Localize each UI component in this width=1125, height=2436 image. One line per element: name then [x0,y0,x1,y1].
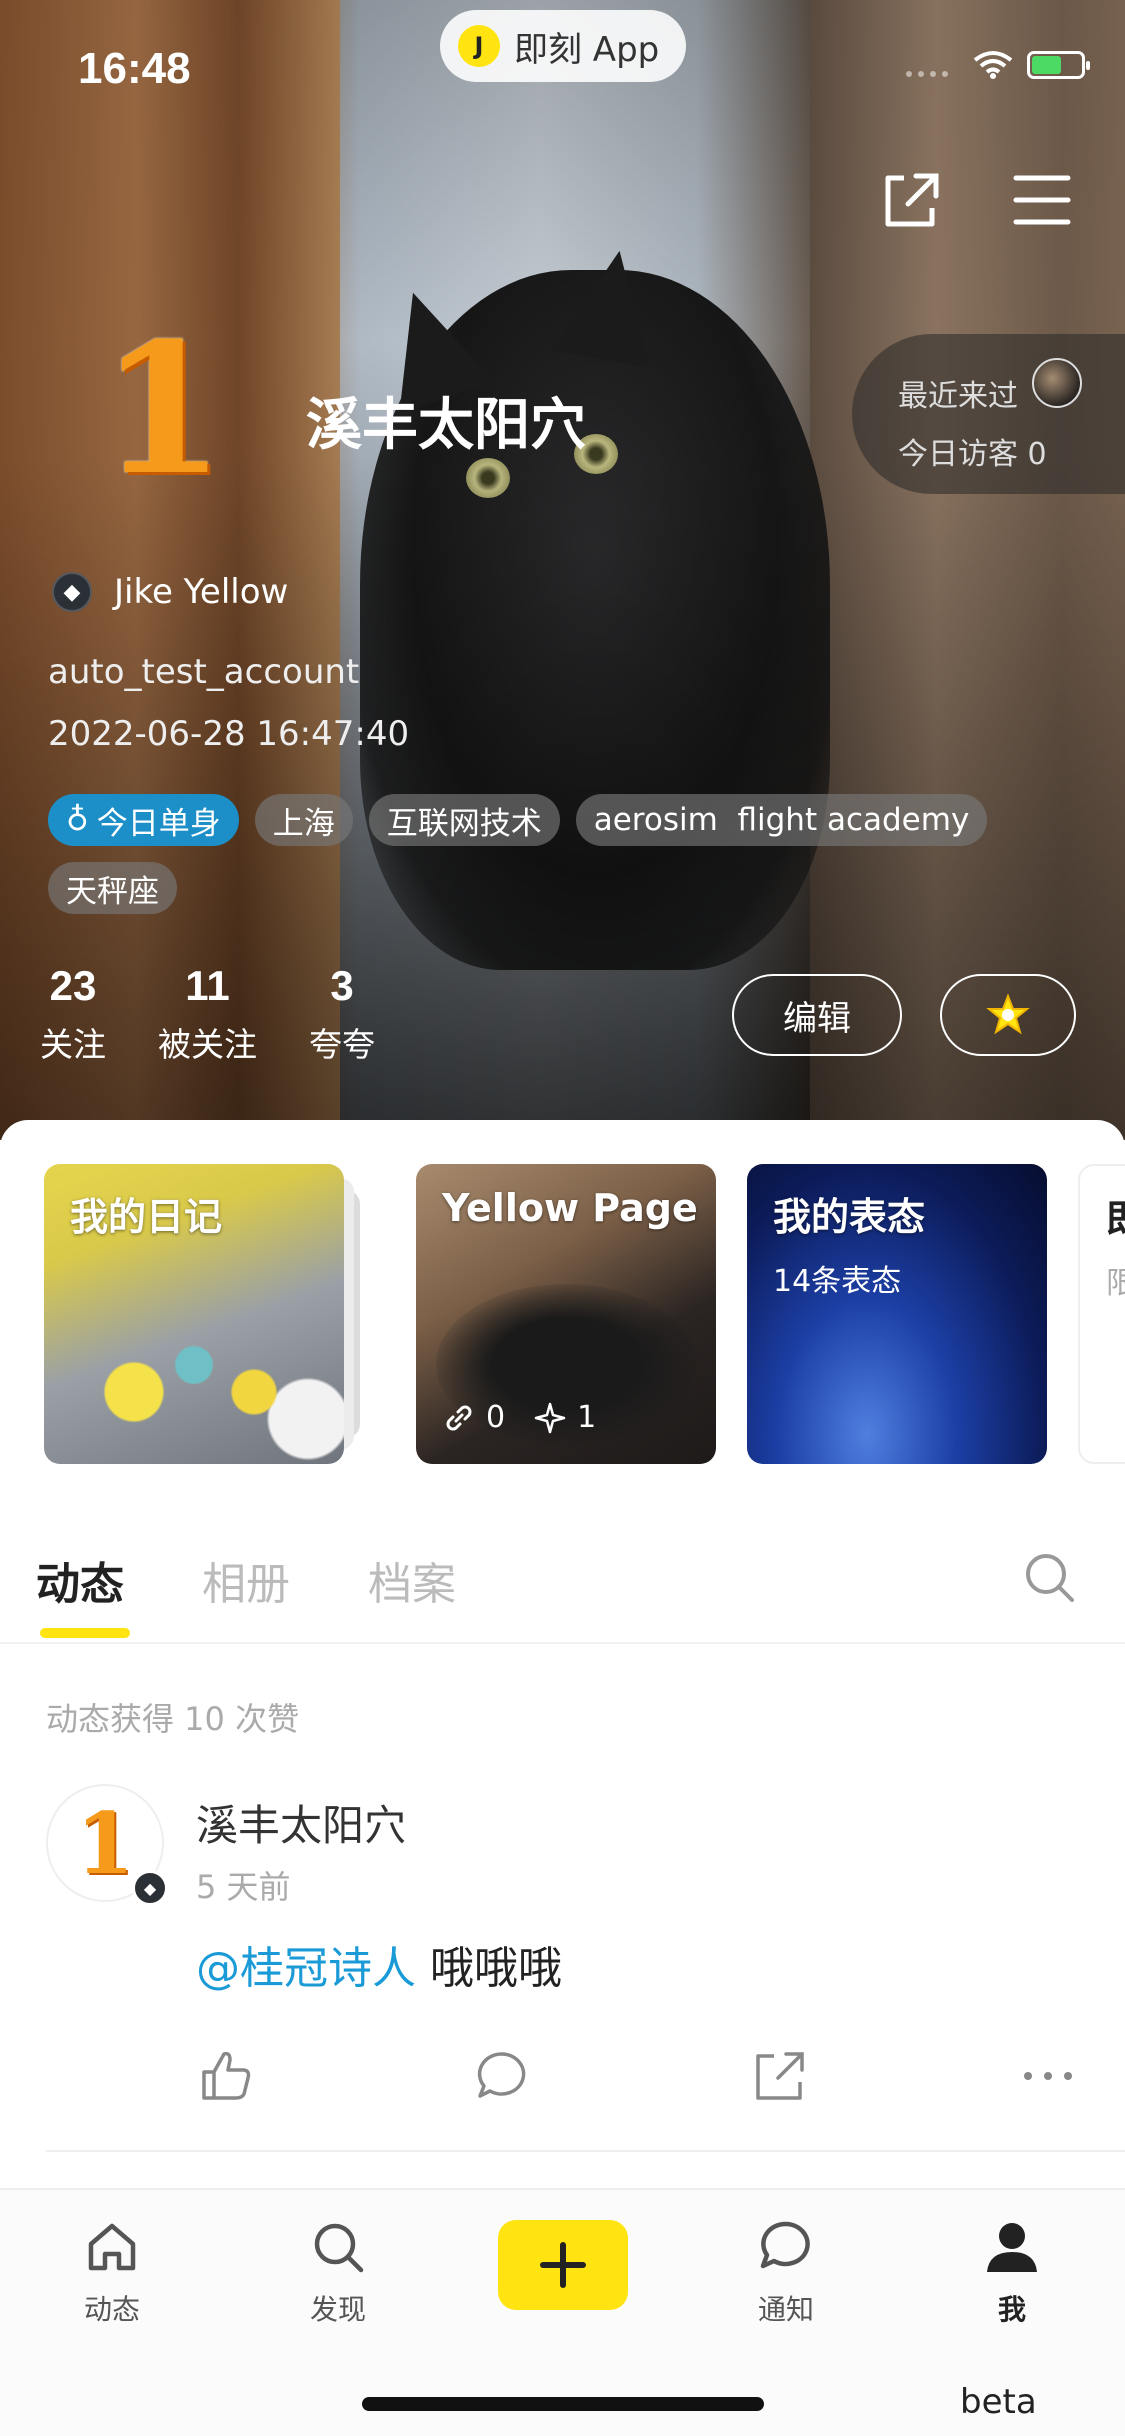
sticker-button[interactable] [940,974,1076,1056]
edit-profile-button[interactable]: 编辑 [732,974,902,1056]
stat-praises[interactable]: 3 夸夸 [309,962,375,1066]
card-reactions-count: 14条表态 [773,1264,902,1299]
profile-header: 16:48 J 即刻 App 最近来过 今日访客 0 1 溪丰太阳穴 ◆ Jik… [0,0,1125,1140]
jike-yellow-label: Jike Yellow [114,572,289,612]
feature-cards: 我的日记 Yellow Page 0 1 我的表态 14条表态 即 限 [44,1164,1125,1466]
battery-icon [1027,51,1090,79]
user-icon [987,2223,1037,2272]
card-partial-subtitle: 限 [1106,1258,1125,1302]
card-partial[interactable]: 即 限 [1078,1164,1125,1464]
notification-bubble-icon [760,2221,810,2269]
nav-notifications[interactable]: 通知 [726,2214,846,2328]
post-timestamp: 5 天前 [196,1868,291,1906]
jike-app-icon: J [458,25,500,67]
card-yellow-page-title: Yellow Page [442,1186,698,1230]
plus-icon [540,2242,586,2288]
app-pill-label: 即刻 App [514,29,660,70]
post-divider [46,2150,1125,2152]
stat-followers[interactable]: 11 被关注 [158,962,257,1066]
profile-stats: 23 关注 11 被关注 3 夸夸 [40,962,427,1066]
nav-me[interactable]: 我 [952,2214,1072,2328]
active-tab-indicator [40,1628,130,1638]
post-mention-link[interactable]: @桂冠诗人 [196,1943,416,1994]
share-post-icon[interactable] [750,2046,810,2106]
profile-tabs: 动态 相册 档案 [36,1548,456,1612]
post-author-name[interactable]: 溪丰太阳穴 [196,1792,406,1853]
post-actions [196,2046,1086,2110]
ethereum-icon: ◆ [52,572,92,612]
search-icon[interactable] [1022,1550,1078,1606]
visitor-card[interactable]: 最近来过 今日访客 0 [852,334,1125,494]
discover-search-icon [314,2223,364,2273]
card-yellow-page[interactable]: Yellow Page 0 1 [416,1164,716,1464]
card-partial-title: 即 [1106,1188,1125,1243]
tab-profile[interactable]: 档案 [368,1548,456,1612]
tab-posts[interactable]: 动态 [36,1548,124,1612]
diary-photo-toys [44,1284,344,1464]
level-badge: 1 [100,304,226,515]
status-time: 16:48 [78,44,191,93]
like-icon[interactable] [196,2046,256,2106]
wifi-icon [973,51,1013,79]
tag-relationship[interactable]: ♁ 今日单身 [48,794,239,846]
tag-school[interactable]: aerosim flight academy [575,794,988,846]
recent-visitor-avatar[interactable] [1032,358,1082,408]
account-id: auto_test_account [48,652,360,692]
sparkle-icon [534,1402,566,1433]
more-options-icon[interactable] [1018,2046,1078,2106]
stat-following[interactable]: 23 关注 [40,962,106,1066]
status-indicators [903,50,1090,80]
jike-yellow-badge[interactable]: ◆ Jike Yellow [52,572,288,612]
home-icon [88,2223,136,2271]
recent-visitor-label: 最近来过 [898,379,1018,414]
menu-icon[interactable] [1010,168,1074,232]
back-to-app-pill[interactable]: J 即刻 App [440,10,686,82]
card-diary[interactable]: 我的日记 [44,1164,344,1464]
share-icon[interactable] [878,168,942,232]
ring-icon: ♁ [66,802,89,838]
nav-discover[interactable]: 发现 [278,2214,398,2328]
tab-album[interactable]: 相册 [202,1548,290,1612]
card-diary-title: 我的日记 [70,1195,223,1239]
card-reactions[interactable]: 我的表态 14条表态 [747,1164,1047,1464]
tag-location[interactable]: 上海 [254,794,353,846]
card-reactions-title: 我的表态 [773,1195,926,1239]
signal-icon [906,71,948,77]
profile-nickname: 溪丰太阳穴 [306,393,586,458]
tag-industry[interactable]: 互联网技术 [368,794,560,846]
ethereum-icon: ◆ [132,1870,168,1906]
nav-feed[interactable]: 动态 [52,2214,172,2328]
sticker-icon [986,993,1030,1035]
likes-summary: 动态获得 10 次赞 [46,1700,300,1738]
joined-timestamp: 2022-06-28 16:47:40 [48,714,410,754]
today-visitor-count: 今日访客 0 [898,437,1047,472]
home-indicator[interactable] [362,2397,764,2411]
post-text: 哦哦哦 [416,1943,562,1994]
link-icon [446,1405,472,1430]
tabs-divider [0,1642,1125,1644]
yellow-page-stats: 0 1 [442,1400,596,1435]
battery-fill [1032,56,1061,74]
post-body: @桂冠诗人 哦哦哦 [196,1932,562,1996]
profile-tags: ♁ 今日单身 上海 互联网技术 aerosim flight academy 天… [48,794,1088,914]
comment-icon[interactable] [472,2046,532,2106]
tag-zodiac[interactable]: 天秤座 [48,862,177,914]
beta-label: beta [960,2382,1037,2422]
create-post-button[interactable] [498,2220,628,2310]
